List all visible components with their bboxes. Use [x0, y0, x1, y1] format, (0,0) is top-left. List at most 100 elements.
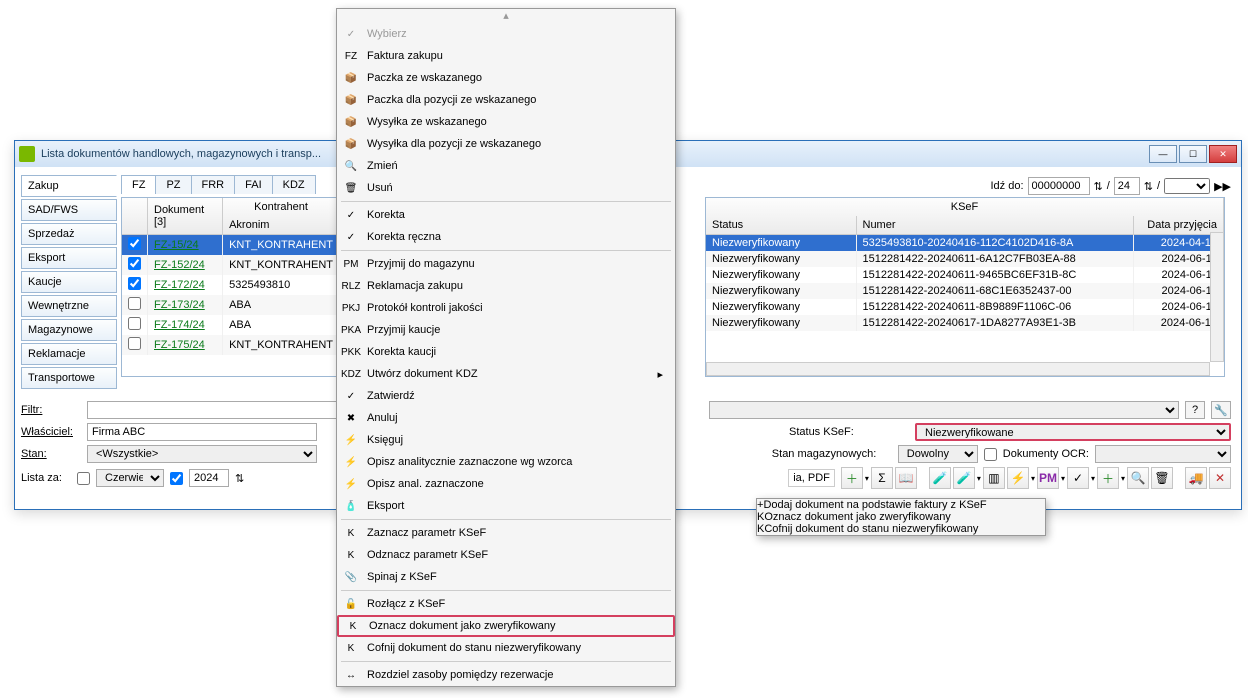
ksef-row[interactable]: Niezweryfikowany1512281422-20240617-1DA8…: [706, 315, 1224, 331]
tb-sigma[interactable]: Σ: [871, 467, 893, 489]
ksef-row[interactable]: Niezweryfikowany1512281422-20240611-8B98…: [706, 299, 1224, 315]
doc-link[interactable]: FZ-172/24: [154, 279, 205, 291]
vscroll[interactable]: [1210, 232, 1224, 362]
month-select[interactable]: Czerwiec: [96, 469, 164, 487]
maximize-button[interactable]: ☐: [1179, 145, 1207, 163]
vtab-sprzedaż[interactable]: Sprzedaż: [21, 223, 117, 245]
htab-fz[interactable]: FZ: [121, 175, 156, 194]
doc-row[interactable]: FZ-175/24KNT_KONTRAHENT: [122, 335, 340, 355]
htab-kdz[interactable]: KDZ: [272, 175, 316, 194]
doc-row[interactable]: FZ-152/24KNT_KONTRAHENT: [122, 255, 340, 275]
menu-item[interactable]: ✓Korekta: [337, 204, 675, 226]
tb-columns[interactable]: ▥: [983, 467, 1005, 489]
tb-flask2[interactable]: 🧪: [953, 467, 975, 489]
vtab-reklamacje[interactable]: Reklamacje: [21, 343, 117, 365]
stan-select[interactable]: <Wszystkie>: [87, 445, 317, 463]
menu-item[interactable]: 📎Spinaj z KSeF: [337, 566, 675, 588]
menu-item[interactable]: ✓Korekta ręczna: [337, 226, 675, 248]
menu-item[interactable]: 🔍Zmień: [337, 155, 675, 177]
menu-up-arrow-icon[interactable]: ▴: [337, 9, 675, 23]
menu-item[interactable]: PKKKorekta kaucji: [337, 341, 675, 363]
menu-item[interactable]: 📦Paczka ze wskazanego: [337, 67, 675, 89]
col-numer[interactable]: Numer: [856, 216, 1134, 235]
menu-item[interactable]: RLZReklamacja zakupu: [337, 275, 675, 297]
vtab-wewnętrzne[interactable]: Wewnętrzne: [21, 295, 117, 317]
row-check[interactable]: [128, 257, 141, 270]
dok-ocr-check[interactable]: [984, 448, 997, 461]
tb-zoom[interactable]: 🔍: [1127, 467, 1149, 489]
htab-fai[interactable]: FAI: [234, 175, 273, 194]
doc-row[interactable]: FZ-173/24ABA: [122, 295, 340, 315]
menu-item[interactable]: KOznacz dokument jako zweryfikowany: [337, 615, 675, 637]
vtab-transportowe[interactable]: Transportowe: [21, 367, 117, 389]
year-check[interactable]: [170, 472, 183, 485]
month-check[interactable]: [77, 472, 90, 485]
ksef-grid[interactable]: KSeF Status Numer Data przyjęcia Niezwer…: [705, 197, 1225, 377]
menu-item[interactable]: PKJProtokół kontroli jakości: [337, 297, 675, 319]
ksef-row[interactable]: Niezweryfikowany1512281422-20240611-68C1…: [706, 283, 1224, 299]
htab-frr[interactable]: FRR: [191, 175, 236, 194]
minimize-button[interactable]: —: [1149, 145, 1177, 163]
vtab-eksport[interactable]: Eksport: [21, 247, 117, 269]
menu-item[interactable]: 📦Paczka dla pozycji ze wskazanego: [337, 89, 675, 111]
menu-item[interactable]: 🧴Eksport: [337, 495, 675, 517]
vtab-kaucje[interactable]: Kaucje: [21, 271, 117, 293]
tb-truck[interactable]: 🚚: [1185, 467, 1207, 489]
tb-trash[interactable]: 🗑: [1151, 467, 1173, 489]
menu-item[interactable]: 🗑Usuń: [337, 177, 675, 199]
tb-flask[interactable]: 🧪: [929, 467, 951, 489]
menu-item[interactable]: KCofnij dokument do stanu niezweryfikowa…: [337, 637, 675, 659]
wlasciciel-input[interactable]: [87, 423, 317, 441]
help-button[interactable]: ?: [1185, 401, 1205, 419]
tb-book[interactable]: 📖: [895, 467, 917, 489]
menu-item[interactable]: 📦Wysyłka dla pozycji ze wskazanego: [337, 133, 675, 155]
stan-mag-select[interactable]: Dowolny: [898, 445, 978, 463]
menu-item[interactable]: ↔Rozdziel zasoby pomiędzy rezerwacje: [337, 664, 675, 686]
hscroll[interactable]: [706, 362, 1210, 376]
ksef-row[interactable]: Niezweryfikowany5325493810-20240416-112C…: [706, 235, 1224, 252]
close-button[interactable]: ✕: [1209, 145, 1237, 163]
doc-link[interactable]: FZ-15/24: [154, 239, 199, 251]
doc-row[interactable]: FZ-15/24KNT_KONTRAHENT: [122, 235, 340, 256]
menu-item[interactable]: FZFaktura zakupu: [337, 45, 675, 67]
ksef-row[interactable]: Niezweryfikowany1512281422-20240611-6A12…: [706, 251, 1224, 267]
submenu-item[interactable]: +Dodaj dokument na podstawie faktury z K…: [757, 499, 1045, 511]
tb-cancel[interactable]: ✕: [1209, 467, 1231, 489]
menu-item[interactable]: KOdznacz parametr KSeF: [337, 544, 675, 566]
vtab-zakup[interactable]: Zakup: [21, 175, 117, 197]
menu-item[interactable]: 🔓Rozłącz z KSeF: [337, 593, 675, 615]
vtab-sad/fws[interactable]: SAD/FWS: [21, 199, 117, 221]
menu-item[interactable]: PKAPrzyjmij kaucje: [337, 319, 675, 341]
year-input[interactable]: [189, 469, 229, 487]
sub-menu[interactable]: +Dodaj dokument na podstawie faktury z K…: [756, 498, 1046, 536]
col-doc[interactable]: Dokument [3]: [148, 198, 223, 235]
tb-plus[interactable]: ＋: [841, 467, 863, 489]
col-status[interactable]: Status: [706, 216, 856, 235]
menu-item[interactable]: KZaznacz parametr KSeF: [337, 522, 675, 544]
goto-num[interactable]: [1028, 177, 1090, 195]
doc-link[interactable]: FZ-174/24: [154, 319, 205, 331]
menu-item[interactable]: ⚡Opisz anal. zaznaczone: [337, 473, 675, 495]
documents-grid[interactable]: Dokument [3] Kontrahent Akronim FZ-15/24…: [121, 197, 341, 377]
tb-pm[interactable]: PM: [1037, 467, 1059, 489]
htab-pz[interactable]: PZ: [155, 175, 191, 194]
row-check[interactable]: [128, 237, 141, 250]
vtab-magazynowe[interactable]: Magazynowe: [21, 319, 117, 341]
goto-day[interactable]: [1114, 177, 1140, 195]
doc-row[interactable]: FZ-174/24ABA: [122, 315, 340, 335]
menu-item[interactable]: ⚡Opisz analitycznie zaznaczone wg wzorca: [337, 451, 675, 473]
menu-item[interactable]: 📦Wysyłka ze wskazanego: [337, 111, 675, 133]
doc-link[interactable]: FZ-152/24: [154, 259, 205, 271]
tb-check[interactable]: ✓: [1067, 467, 1089, 489]
row-check[interactable]: [128, 317, 141, 330]
col-kontr[interactable]: Akronim: [223, 216, 340, 235]
doc-link[interactable]: FZ-175/24: [154, 339, 205, 351]
col-kontr-group[interactable]: Kontrahent: [223, 198, 340, 216]
tb-lightning[interactable]: ⚡: [1007, 467, 1029, 489]
status-ksef-select[interactable]: Niezweryfikowane: [915, 423, 1231, 441]
doc-link[interactable]: FZ-173/24: [154, 299, 205, 311]
goto-arrow[interactable]: ▶▶: [1214, 180, 1231, 193]
menu-item[interactable]: ⚡Księguj: [337, 429, 675, 451]
goto-select[interactable]: [1164, 178, 1210, 194]
context-menu[interactable]: ▴ ✓WybierzFZFaktura zakupu📦Paczka ze wsk…: [336, 8, 676, 687]
